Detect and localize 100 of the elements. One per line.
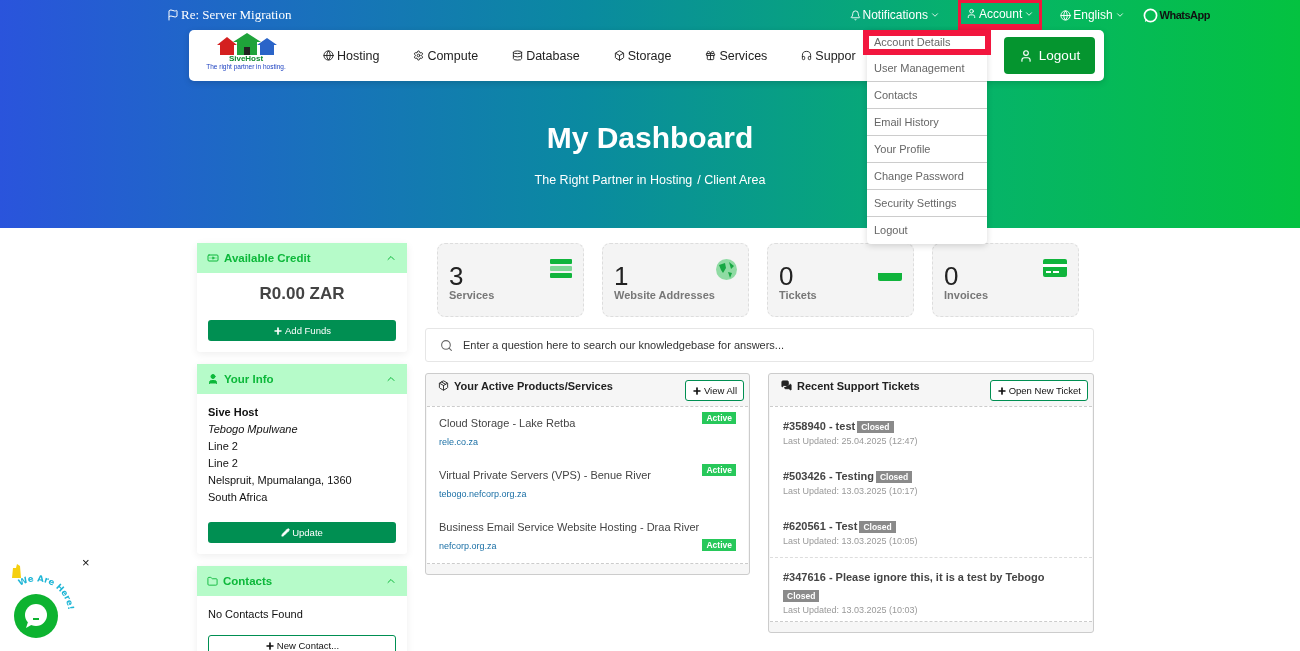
- nav-link[interactable]: Database: [512, 48, 580, 63]
- banknote-icon: [207, 252, 219, 264]
- globe-icon: [716, 259, 737, 280]
- update-button[interactable]: Update: [208, 522, 396, 543]
- box-icon: [438, 380, 449, 391]
- ticket-updated: Last Updated: 25.04.2025 (12:47): [783, 436, 919, 446]
- announcement-link[interactable]: Re: Server Migration: [167, 7, 292, 23]
- status-badge: Closed: [859, 521, 896, 533]
- nav-link[interactable]: Services: [705, 48, 768, 63]
- stat-card[interactable]: 0 Invoices: [932, 243, 1079, 317]
- logout-button[interactable]: Logout: [1004, 37, 1095, 74]
- pencil-icon: [281, 528, 291, 537]
- stat-value: 1: [614, 263, 629, 289]
- panel-title: Recent Support Tickets: [797, 380, 921, 392]
- menu-item[interactable]: User Management: [867, 55, 987, 82]
- search-icon: [440, 338, 453, 352]
- status-badge: Active: [702, 538, 736, 551]
- ticket-subject[interactable]: #503426 - Testing: [783, 470, 874, 482]
- folder-icon: [207, 575, 218, 587]
- product-name[interactable]: Business Email Service Website Hosting - Draa River: [439, 521, 736, 536]
- status-badge: Closed: [783, 590, 820, 602]
- address-line: Line 2: [208, 439, 239, 454]
- ticket-subject[interactable]: #620561 - Test: [783, 520, 858, 532]
- stat-card[interactable]: 1 Website Addresses: [602, 243, 749, 317]
- product-name[interactable]: Virtual Private Servers (VPS) - Benue River: [439, 469, 703, 484]
- server-icon: [550, 259, 572, 279]
- nav-link[interactable]: Compute: [413, 48, 479, 63]
- plus-icon: [273, 325, 283, 336]
- nav-link[interactable]: Suppor: [801, 48, 856, 63]
- menu-item[interactable]: Security Settings: [867, 190, 987, 217]
- chevron-down-icon: [929, 10, 940, 20]
- company-name: Sive Host: [208, 405, 260, 420]
- empty-message: No Contacts Found: [208, 607, 304, 622]
- panel-title: Your Active Products/Services: [454, 380, 614, 392]
- globe-icon: [323, 50, 334, 61]
- headset-icon: [801, 50, 813, 61]
- flag-icon: [167, 9, 179, 21]
- menu-item[interactable]: Email History: [867, 109, 987, 136]
- stat-value: 3: [449, 263, 464, 289]
- ticket-updated: Last Updated: 13.03.2025 (10:05): [783, 536, 919, 546]
- chat-icon: [781, 380, 792, 391]
- close-icon[interactable]: ×: [82, 556, 90, 570]
- open-ticket-button[interactable]: Open New Ticket: [989, 380, 1088, 401]
- menu-item[interactable]: Your Profile: [867, 136, 987, 163]
- status-badge: Closed: [875, 471, 913, 483]
- domain-link[interactable]: rele.co.za: [439, 436, 479, 449]
- ticket-subject[interactable]: #347616 - Please ignore this, it is a test by Tebogo: [783, 571, 1045, 583]
- cube-icon: [613, 50, 625, 61]
- add-funds-button[interactable]: Add Funds: [208, 320, 396, 341]
- stat-label: Services: [449, 289, 495, 301]
- user-icon: [1018, 48, 1033, 63]
- ticket-updated: Last Updated: 13.03.2025 (10:17): [783, 486, 919, 496]
- gift-icon: [705, 50, 717, 61]
- menu-item[interactable]: Contacts: [867, 82, 987, 109]
- plus-icon: [996, 385, 1007, 396]
- logo-name: SiveHost: [228, 54, 264, 63]
- menu-item[interactable]: Account Details: [863, 30, 991, 55]
- view-all-button[interactable]: View All: [684, 380, 744, 401]
- chat-bubble-icon: [1142, 7, 1158, 23]
- menu-item[interactable]: Change Password: [867, 163, 987, 190]
- user-icon: [207, 373, 219, 385]
- card-icon: [1043, 259, 1067, 277]
- domain-link[interactable]: tebogo.nefcorp.org.za: [439, 488, 527, 501]
- status-badge: Closed: [857, 421, 894, 433]
- stat-card[interactable]: 0 Tickets: [767, 243, 914, 317]
- plus-icon: [691, 385, 702, 396]
- contact-name: Tebogo Mpulwane: [208, 422, 299, 437]
- ticket-subject[interactable]: #358940 - test: [783, 420, 856, 432]
- status-badge: Active: [702, 412, 736, 424]
- product-name[interactable]: Cloud Storage - Lake Retba: [439, 417, 703, 432]
- stat-card[interactable]: 3 Services: [437, 243, 584, 317]
- page-title: My Dashboard: [546, 121, 754, 155]
- new-contact-button[interactable]: New Contact...: [208, 635, 396, 651]
- domain-link[interactable]: nefcorp.org.za: [439, 540, 497, 553]
- address-line: Line 2: [208, 456, 239, 471]
- user-icon: [965, 8, 977, 19]
- database-icon: [512, 50, 524, 61]
- breadcrumb-item[interactable]: The Right Partner in Hosting: [534, 173, 693, 187]
- stat-label: Website Addresses: [614, 289, 715, 301]
- stat-value: 0: [944, 263, 959, 289]
- menu-item[interactable]: Logout: [867, 217, 987, 244]
- stat-label: Invoices: [944, 289, 989, 301]
- address-line: South Africa: [208, 490, 269, 505]
- credit-amount: R0.00 ZAR: [258, 284, 346, 304]
- houses-icon: [215, 32, 277, 55]
- stat-label: Tickets: [779, 289, 817, 301]
- plus-icon: [264, 640, 275, 651]
- address-line: Nelspruit, Mpumalanga, 1360: [208, 473, 353, 488]
- bell-icon: [849, 9, 861, 21]
- globe-icon: [1060, 9, 1072, 21]
- gear-icon: [413, 50, 425, 61]
- stat-value: 0: [779, 263, 794, 289]
- ticket-updated: Last Updated: 13.03.2025 (10:03): [783, 605, 919, 615]
- breadcrumb-item: / Client Area: [697, 173, 766, 187]
- status-badge: Active: [702, 464, 736, 476]
- chevron-down-icon: [1114, 10, 1125, 20]
- nav-link[interactable]: Hosting: [323, 48, 380, 63]
- nav-link[interactable]: Storage: [613, 48, 672, 63]
- whatsapp-link[interactable]: WhatsApp: [1142, 7, 1210, 23]
- search-bar[interactable]: Enter a question here to search our knowledgebase for answers...: [425, 328, 1094, 362]
